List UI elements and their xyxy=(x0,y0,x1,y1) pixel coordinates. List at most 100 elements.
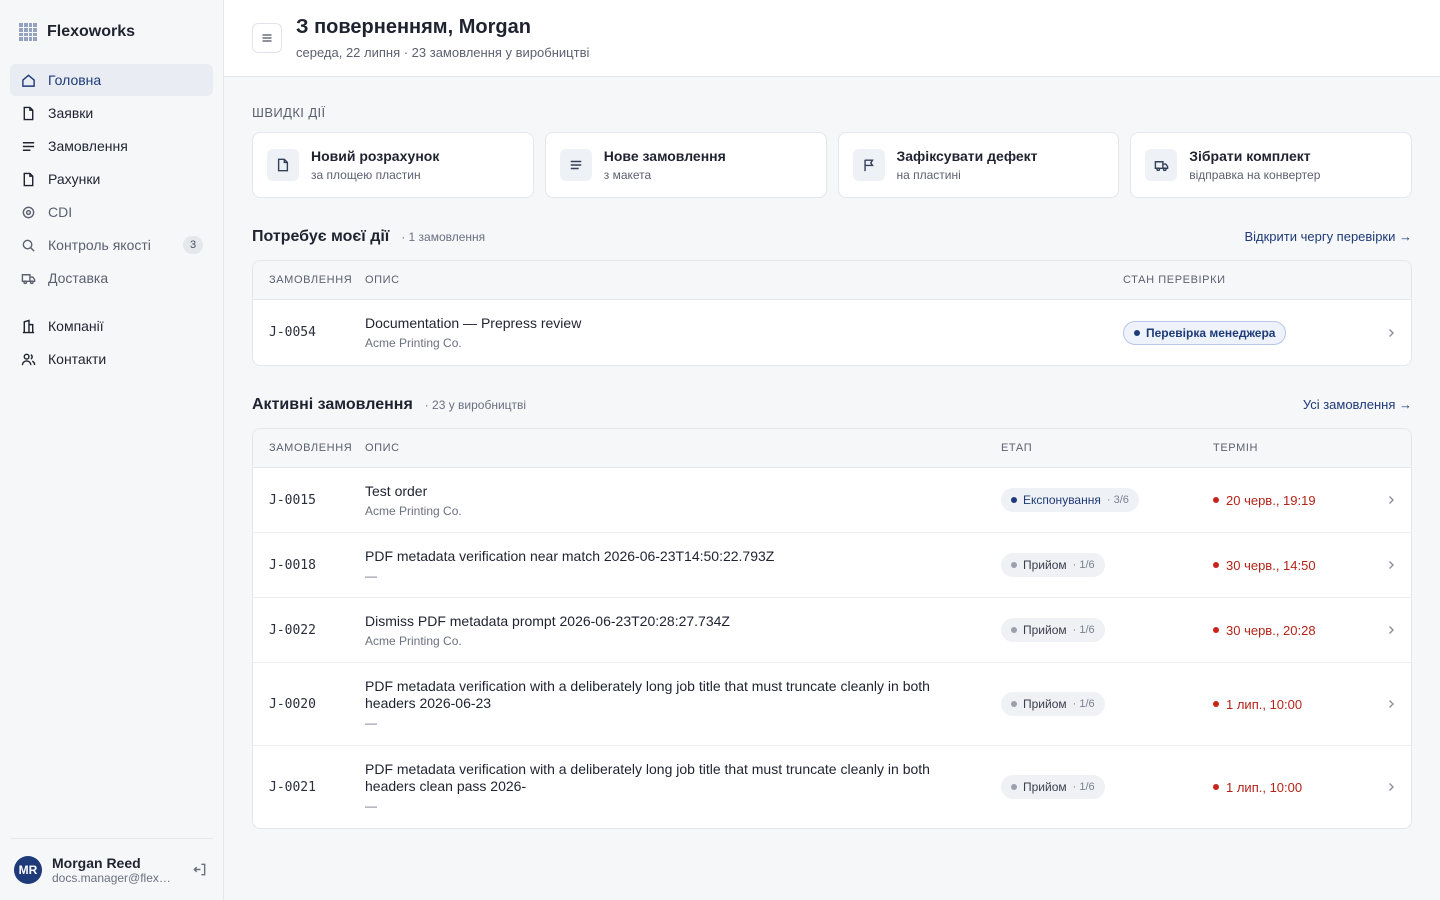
stage-progress: · 1/6 xyxy=(1072,624,1095,636)
due-date: 30 черв., 14:50 xyxy=(1213,558,1371,573)
sidebar-item-invoices[interactable]: Рахунки xyxy=(10,163,213,195)
open-review-queue-link[interactable]: Відкрити чергу перевірки → xyxy=(1244,229,1412,244)
table-row[interactable]: J-0021 PDF metadata verification with a … xyxy=(253,746,1411,828)
section-count: · 23 у виробництві xyxy=(424,398,527,412)
sidebar-item-home[interactable]: Головна xyxy=(10,64,213,96)
quick-action-subtitle: за площею пластин xyxy=(311,168,421,182)
order-client: — xyxy=(365,799,377,813)
sidebar-item-label: Доставка xyxy=(48,270,109,286)
chevron-right-icon[interactable] xyxy=(1371,495,1411,505)
table-row[interactable]: J-0022 Dismiss PDF metadata prompt 2026-… xyxy=(253,598,1411,663)
nav-separator xyxy=(10,295,213,309)
table-header: Замовлення Опис Етап Термін xyxy=(253,429,1411,468)
quick-action-title: Новий розрахунок xyxy=(311,148,440,164)
user-info: Morgan Reed docs.manager@flexoworks.com xyxy=(52,855,179,885)
stage-progress: · 1/6 xyxy=(1072,781,1095,793)
overdue-dot xyxy=(1213,562,1219,568)
sidebar-item-label: Компанії xyxy=(48,318,104,334)
table-row[interactable]: J-0020 PDF metadata verification with a … xyxy=(253,663,1411,746)
chevron-right-icon[interactable] xyxy=(1371,699,1411,709)
chevron-right-icon[interactable] xyxy=(1371,625,1411,635)
column-header-description[interactable]: Опис xyxy=(365,274,1123,286)
sidebar-item-cdi[interactable]: CDI xyxy=(10,196,213,228)
order-description: Dismiss PDF metadata prompt 2026-06-23T2… xyxy=(365,613,1001,648)
column-header-due[interactable]: Термін xyxy=(1213,442,1411,454)
header-text: З поверненням, Morgan середа, 22 липня ·… xyxy=(296,16,589,60)
due-label: 1 лип., 10:00 xyxy=(1226,696,1303,712)
document-icon xyxy=(20,105,36,121)
table-row[interactable]: J-0015 Test order Acme Printing Co. Експ… xyxy=(253,468,1411,533)
quality-count-badge: 3 xyxy=(183,236,203,254)
quick-action-build-kit[interactable]: Зібрати комплект відправка на конвертер xyxy=(1130,132,1412,198)
sidebar-item-label: Головна xyxy=(48,72,102,88)
stage-dot xyxy=(1011,784,1017,790)
order-title: Test order xyxy=(365,482,428,499)
receipt-icon xyxy=(20,171,36,187)
stage-cell: Прийом · 1/6 xyxy=(1001,775,1213,799)
stage-progress: · 1/6 xyxy=(1072,698,1095,710)
due-date: 1 лип., 10:00 xyxy=(1213,697,1371,712)
sidebar-item-label: Заявки xyxy=(48,105,94,121)
stage-badge: Прийом · 1/6 xyxy=(1001,553,1105,577)
quick-action-new-estimate[interactable]: Новий розрахунок за площею пластин xyxy=(252,132,534,198)
logout-icon[interactable] xyxy=(189,860,209,880)
sidebar-item-contacts[interactable]: Контакти xyxy=(10,343,213,375)
avatar[interactable]: MR xyxy=(14,855,42,884)
brand-name: Flexoworks xyxy=(47,23,136,40)
sidebar-item-quality-control[interactable]: Контроль якості 3 xyxy=(10,229,213,261)
column-header-order[interactable]: Замовлення xyxy=(253,274,365,286)
sidebar-item-companies[interactable]: Компанії xyxy=(10,310,213,342)
status-dot xyxy=(1134,329,1140,336)
column-header-review-status[interactable]: Стан перевірки xyxy=(1123,274,1411,286)
sidebar-item-label: Контакти xyxy=(48,351,107,367)
table-row[interactable]: J-0018 PDF metadata verification near ma… xyxy=(253,533,1411,598)
flexoworks-logo-icon xyxy=(19,23,37,41)
section-title: Активні замовлення xyxy=(252,396,413,413)
overdue-dot xyxy=(1213,627,1219,633)
brand[interactable]: Flexoworks xyxy=(10,0,213,64)
due-cell: 20 черв., 19:19 xyxy=(1213,493,1371,508)
column-header-order[interactable]: Замовлення xyxy=(253,442,365,454)
quick-action-log-defect[interactable]: Зафіксувати дефект на пластині xyxy=(837,132,1120,198)
stage-badge: Прийом · 1/6 xyxy=(1001,618,1105,642)
chevron-right-icon[interactable] xyxy=(1371,328,1411,338)
quick-action-text: Нове замовлення з макета xyxy=(604,148,726,182)
sidebar: Flexoworks Головна Заявки Замовлення Рах… xyxy=(0,0,224,900)
sidebar-item-requests[interactable]: Заявки xyxy=(10,97,213,129)
stage-progress: · 1/6 xyxy=(1072,559,1095,571)
order-title: Documentation — Prepress review xyxy=(365,315,582,331)
sidebar-item-delivery[interactable]: Доставка xyxy=(10,262,213,294)
quick-action-title: Зафіксувати дефект xyxy=(896,148,1038,164)
sidebar-item-label: Контроль якості xyxy=(48,237,151,253)
stage-badge: Прийом · 1/6 xyxy=(1001,775,1105,799)
chevron-right-icon[interactable] xyxy=(1371,560,1411,570)
due-label: 30 черв., 20:28 xyxy=(1226,622,1316,638)
table-row[interactable]: J-0054 Documentation — Prepress review A… xyxy=(253,300,1411,365)
due-cell: 30 черв., 14:50 xyxy=(1213,558,1371,573)
quick-action-new-order[interactable]: Нове замовлення з макета xyxy=(544,132,827,198)
stage-dot xyxy=(1011,562,1017,568)
order-id: J-0022 xyxy=(269,622,316,638)
stage-progress: · 3/6 xyxy=(1106,494,1129,506)
sidebar-item-orders[interactable]: Замовлення xyxy=(10,130,213,162)
page-header: З поверненням, Morgan середа, 22 липня ·… xyxy=(224,0,1440,77)
quick-actions: Новий розрахунок за площею пластин Нове … xyxy=(252,132,1412,198)
menu-toggle-button[interactable] xyxy=(252,23,282,53)
table-header: Замовлення Опис Стан перевірки xyxy=(253,261,1411,300)
chevron-right-icon[interactable] xyxy=(1371,782,1411,792)
hamburger-icon xyxy=(262,34,272,42)
section-count: · 1 замовлення xyxy=(401,230,486,244)
user-name: Morgan Reed xyxy=(52,854,141,871)
order-title: PDF metadata verification near match 202… xyxy=(365,547,775,564)
all-orders-link[interactable]: Усі замовлення → xyxy=(1303,397,1412,412)
active-orders-table: Замовлення Опис Етап Термін J-0015 Test … xyxy=(252,428,1412,829)
main-content: З поверненням, Morgan середа, 22 липня ·… xyxy=(224,0,1440,900)
stage-cell: Прийом · 1/6 xyxy=(1001,553,1213,577)
page-title: З поверненням, Morgan xyxy=(296,16,531,38)
dashboard: Швидкі дії Новий розрахунок за площею пл… xyxy=(224,77,1440,859)
column-header-stage[interactable]: Етап xyxy=(1001,442,1213,454)
sidebar-item-label: Замовлення xyxy=(48,138,128,154)
column-header-description[interactable]: Опис xyxy=(365,442,1001,454)
stage-label: Прийом xyxy=(1023,623,1067,637)
order-id: J-0021 xyxy=(269,779,316,795)
